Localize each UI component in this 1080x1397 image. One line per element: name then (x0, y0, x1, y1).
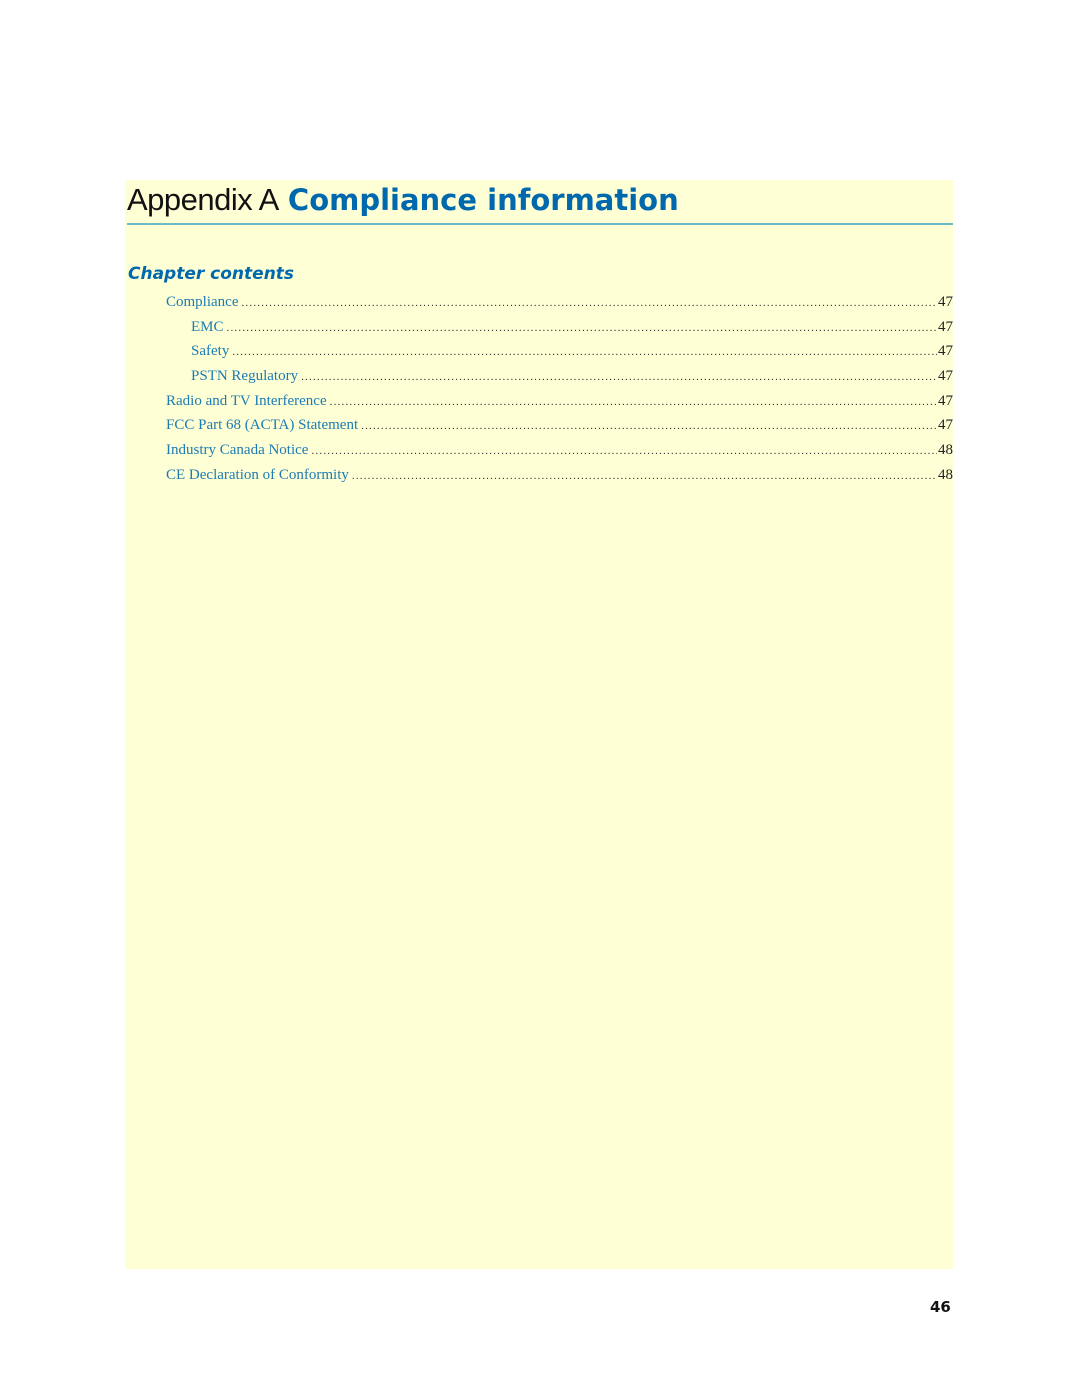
chapter-contents-heading: Chapter contents (128, 264, 295, 284)
title-main: Compliance information (287, 183, 679, 217)
toc-entry-label[interactable]: Compliance (166, 294, 241, 311)
toc-entry-label[interactable]: EMC (191, 319, 227, 336)
toc-entry-radio-tv-interference[interactable]: Radio and TV Interference 47 (166, 393, 953, 418)
toc-entry-label[interactable]: PSTN Regulatory (191, 368, 301, 385)
toc-leader-dots (227, 322, 937, 334)
toc-leader-dots (330, 396, 937, 408)
page-number: 46 (930, 1298, 951, 1316)
toc-leader-dots (232, 346, 937, 358)
toc-leader-dots (241, 297, 937, 309)
toc-entry-page: 47 (938, 368, 953, 385)
toc-leader-dots (361, 420, 937, 432)
title-rule-divider (127, 223, 953, 225)
table-of-contents: Compliance 47 EMC 47 Safety 47 PSTN Regu… (166, 294, 953, 492)
toc-entry-ce-declaration[interactable]: CE Declaration of Conformity 48 (166, 467, 953, 492)
toc-entry-pstn-regulatory[interactable]: PSTN Regulatory 47 (166, 368, 953, 393)
toc-entry-page: 47 (938, 343, 953, 360)
toc-entry-page: 48 (938, 466, 953, 483)
toc-entry-fcc-part-68[interactable]: FCC Part 68 (ACTA) Statement 47 (166, 417, 953, 442)
toc-leader-dots (301, 371, 937, 383)
toc-entry-page: 48 (938, 442, 953, 459)
toc-entry-label[interactable]: FCC Part 68 (ACTA) Statement (166, 417, 361, 434)
toc-entry-label[interactable]: CE Declaration of Conformity (166, 467, 352, 484)
toc-entry-label[interactable]: Industry Canada Notice (166, 442, 311, 459)
toc-entry-page: 47 (938, 417, 953, 434)
toc-entry-safety[interactable]: Safety 47 (166, 343, 953, 368)
toc-leader-dots (352, 470, 937, 482)
toc-entry-compliance[interactable]: Compliance 47 (166, 294, 953, 319)
toc-entry-label[interactable]: Safety (191, 343, 232, 360)
toc-leader-dots (311, 445, 937, 457)
toc-entry-label[interactable]: Radio and TV Interference (166, 393, 330, 410)
page-title: Appendix A Compliance information (127, 180, 953, 221)
toc-entry-emc[interactable]: EMC 47 (166, 319, 953, 344)
toc-entry-page: 47 (938, 392, 953, 409)
toc-entry-page: 47 (938, 318, 953, 335)
toc-entry-industry-canada-notice[interactable]: Industry Canada Notice 48 (166, 442, 953, 467)
title-prefix: Appendix A (127, 182, 279, 217)
toc-entry-page: 47 (938, 294, 953, 310)
